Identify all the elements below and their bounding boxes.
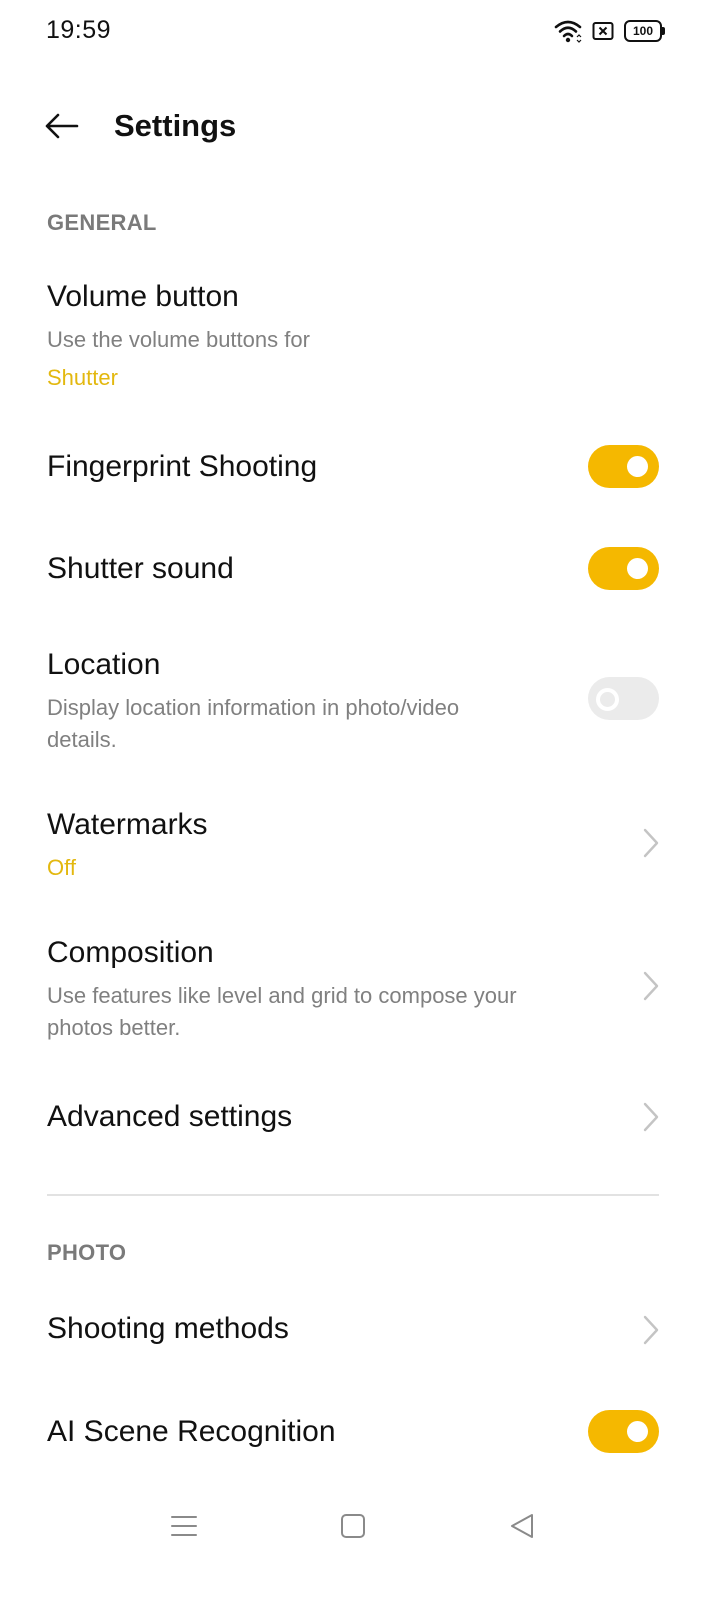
- location-toggle[interactable]: [588, 677, 659, 720]
- setting-title: Location: [47, 648, 161, 681]
- setting-watermarks[interactable]: Watermarks Off: [0, 800, 720, 890]
- setting-title: Volume button: [47, 280, 239, 313]
- toggle-knob: [627, 558, 648, 579]
- setting-fingerprint-shooting[interactable]: Fingerprint Shooting: [0, 430, 720, 504]
- status-time: 19:59: [46, 16, 112, 44]
- menu-icon: [171, 1516, 197, 1536]
- wifi-icon: [554, 20, 582, 43]
- setting-title: Watermarks: [47, 808, 208, 841]
- shutter-sound-toggle[interactable]: [588, 547, 659, 590]
- back-triangle-icon: [511, 1514, 533, 1538]
- back-button[interactable]: [38, 104, 84, 148]
- setting-subtitle: Use the volume buttons for: [47, 327, 310, 352]
- app-header: Settings: [0, 92, 720, 160]
- status-bar: 19:59 100: [0, 0, 720, 64]
- camera-settings-screen: 19:59 100 Settings GENERAL Volume button…: [0, 0, 720, 1600]
- section-header-general: GENERAL: [47, 210, 157, 235]
- section-header-photo: PHOTO: [47, 1240, 127, 1265]
- setting-ai-scene-recognition[interactable]: AI Scene Recognition: [0, 1396, 720, 1470]
- toggle-knob: [627, 1421, 648, 1442]
- system-nav-bar: [0, 1488, 720, 1560]
- setting-title: Fingerprint Shooting: [47, 450, 318, 483]
- setting-subtitle: Display location information in photo/vi…: [47, 695, 460, 752]
- back-nav-button[interactable]: [502, 1506, 542, 1546]
- chevron-right-icon: [643, 971, 659, 1001]
- arrow-left-icon: [45, 113, 79, 139]
- setting-volume-button[interactable]: Volume button Use the volume buttons for…: [0, 270, 720, 400]
- battery-icon: 100: [624, 20, 665, 42]
- setting-title: Shutter sound: [47, 552, 234, 585]
- section-divider: [47, 1194, 659, 1196]
- chevron-right-icon: [643, 1102, 659, 1132]
- toggle-knob: [596, 688, 619, 711]
- home-icon: [341, 1514, 365, 1538]
- setting-value: Off: [47, 855, 76, 880]
- setting-shooting-methods[interactable]: Shooting methods: [0, 1294, 720, 1368]
- toggle-knob: [627, 456, 648, 477]
- sim-no-service-icon: [592, 22, 614, 40]
- setting-value: Shutter: [47, 365, 118, 390]
- setting-subtitle: Use features like level and grid to comp…: [47, 983, 517, 1040]
- chevron-right-icon: [643, 1315, 659, 1345]
- setting-advanced-settings[interactable]: Advanced settings: [0, 1080, 720, 1154]
- page-title: Settings: [114, 108, 237, 143]
- setting-location[interactable]: Location Display location information in…: [0, 640, 720, 760]
- home-button[interactable]: [333, 1506, 373, 1546]
- chevron-right-icon: [643, 828, 659, 858]
- menu-button[interactable]: [164, 1506, 204, 1546]
- setting-title: AI Scene Recognition: [47, 1415, 336, 1448]
- setting-title: Shooting methods: [47, 1312, 289, 1345]
- setting-composition[interactable]: Composition Use features like level and …: [0, 926, 720, 1046]
- setting-title: Composition: [47, 936, 214, 969]
- fingerprint-shooting-toggle[interactable]: [588, 445, 659, 488]
- ai-scene-recognition-toggle[interactable]: [588, 1410, 659, 1453]
- setting-shutter-sound[interactable]: Shutter sound: [0, 532, 720, 606]
- setting-title: Advanced settings: [47, 1100, 293, 1133]
- status-icons: 100: [554, 18, 665, 44]
